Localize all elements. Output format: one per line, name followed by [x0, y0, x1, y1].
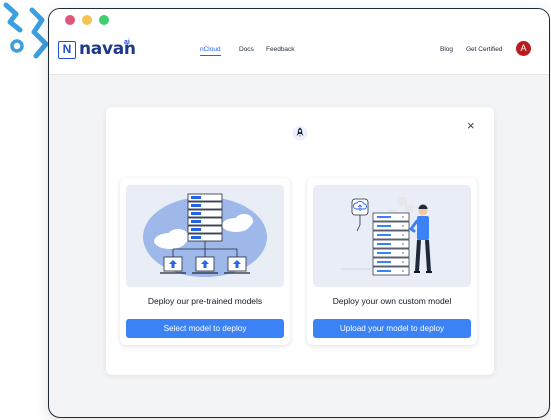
minimize-window-dot[interactable] [82, 15, 92, 25]
rocket-icon [292, 125, 308, 141]
nav-link-ncloud[interactable]: nCloud [200, 46, 221, 56]
nav-link-get-certified[interactable]: Get Certified [466, 46, 503, 53]
nav-link-blog[interactable]: Blog [440, 46, 453, 53]
close-icon[interactable]: × [467, 118, 475, 133]
upload-model-button[interactable]: Upload your model to deploy [313, 319, 471, 338]
card-title: Deploy our pre-trained models [147, 296, 263, 306]
avatar[interactable]: A [516, 41, 531, 56]
pretrained-model-card[interactable]: Deploy our pre-trained models Select mod… [120, 178, 290, 345]
top-navbar: N navan ai nCloud Docs Feedback Blog Get… [49, 31, 549, 75]
nav-link-feedback[interactable]: Feedback [266, 46, 295, 53]
nav-link-docs[interactable]: Docs [239, 46, 254, 53]
maximize-window-dot[interactable] [99, 15, 109, 25]
logo-mark[interactable]: N [58, 41, 76, 59]
browser-window: N navan ai nCloud Docs Feedback Blog Get… [48, 8, 550, 418]
close-window-dot[interactable] [65, 15, 75, 25]
custom-model-card[interactable]: Deploy your own custom model Upload your… [307, 178, 477, 345]
person-server-rack-illustration [313, 185, 471, 287]
servers-cloud-illustration [126, 185, 284, 287]
card-title: Deploy your own custom model [332, 296, 452, 306]
deploy-modal: × Deploy our pre-trained models Select m… [106, 107, 494, 375]
title-bar [49, 9, 549, 31]
select-model-button[interactable]: Select model to deploy [126, 319, 284, 338]
logo-superscript: ai [124, 39, 130, 46]
